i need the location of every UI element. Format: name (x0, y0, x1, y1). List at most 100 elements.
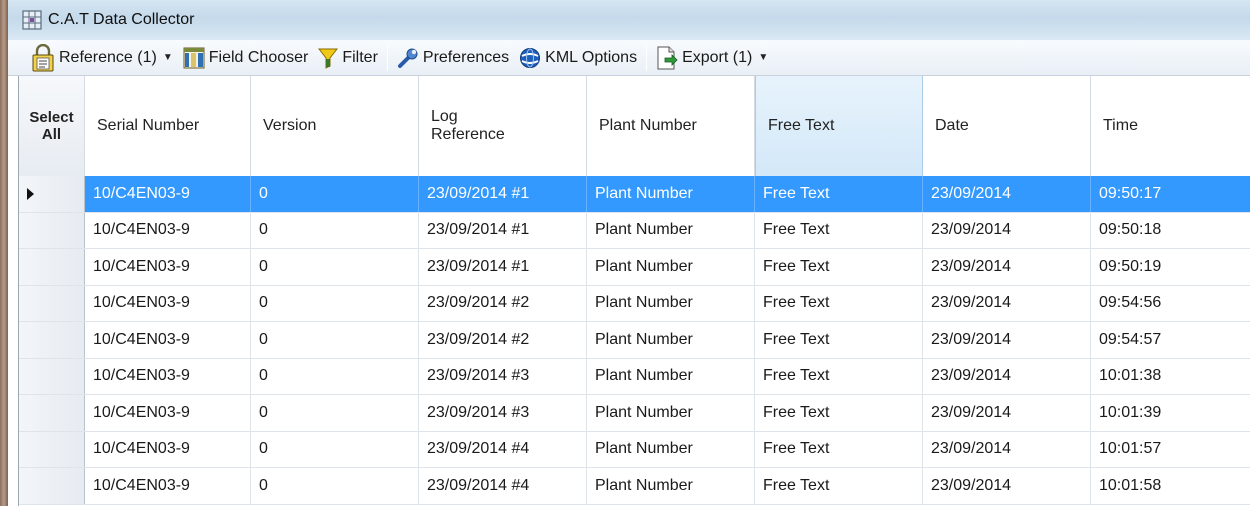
row-selector[interactable] (19, 212, 85, 248)
cell-free-text[interactable]: Free Text (755, 176, 923, 212)
cell-free-text[interactable]: Free Text (755, 358, 923, 394)
row-selector[interactable] (19, 431, 85, 467)
kml-options-button[interactable]: KML Options (514, 43, 642, 73)
title-bar[interactable]: C.A.T Data Collector (8, 0, 1250, 40)
table-row[interactable]: 10/C4EN03-9 0 23/09/2014 #1 Plant Number… (19, 176, 1250, 213)
cell-plant-number[interactable]: Plant Number (587, 285, 755, 321)
cell-plant-number[interactable]: Plant Number (587, 322, 755, 358)
column-header-label: Date (935, 117, 969, 134)
cell-serial-number[interactable]: 10/C4EN03-9 (85, 285, 251, 321)
cell-free-text[interactable]: Free Text (755, 431, 923, 467)
cell-time[interactable]: 09:54:56 (1091, 286, 1250, 322)
cell-time[interactable]: 10:01:57 (1091, 432, 1250, 468)
column-header-date[interactable]: Date (923, 76, 1091, 176)
cell-free-text[interactable]: Free Text (755, 212, 923, 248)
cell-log-reference[interactable]: 23/09/2014 #4 (419, 468, 587, 504)
row-selector[interactable] (19, 395, 85, 431)
cell-log-reference[interactable]: 23/09/2014 #2 (419, 322, 587, 358)
kml-options-label: KML Options (545, 48, 638, 66)
cell-free-text[interactable]: Free Text (755, 322, 923, 358)
reference-dropdown-button[interactable]: Reference (1) ▼ (26, 43, 178, 73)
cell-free-text[interactable]: Free Text (755, 249, 923, 285)
column-header-plant-number[interactable]: Plant Number (587, 76, 755, 176)
table-row[interactable]: 10/C4EN03-9 0 23/09/2014 #2 Plant Number… (19, 322, 1250, 359)
cell-plant-number[interactable]: Plant Number (587, 176, 755, 212)
cell-plant-number[interactable]: Plant Number (587, 395, 755, 431)
cell-serial-number[interactable]: 10/C4EN03-9 (85, 395, 251, 431)
cell-log-reference[interactable]: 23/09/2014 #2 (419, 285, 587, 321)
cell-serial-number[interactable]: 10/C4EN03-9 (85, 358, 251, 394)
cell-serial-number[interactable]: 10/C4EN03-9 (85, 176, 251, 212)
cell-serial-number[interactable]: 10/C4EN03-9 (85, 431, 251, 467)
cell-time[interactable]: 09:54:57 (1091, 322, 1250, 358)
cell-date[interactable]: 23/09/2014 (923, 249, 1091, 285)
cell-date[interactable]: 23/09/2014 (923, 322, 1091, 358)
cell-time[interactable]: 10:01:38 (1091, 359, 1250, 395)
row-selector[interactable] (19, 468, 85, 504)
cell-date[interactable]: 23/09/2014 (923, 285, 1091, 321)
row-selector[interactable] (19, 322, 85, 358)
cell-time[interactable]: 09:50:19 (1091, 249, 1250, 285)
cell-date[interactable]: 23/09/2014 (923, 212, 1091, 248)
cell-plant-number[interactable]: Plant Number (587, 468, 755, 504)
cell-time[interactable]: 09:50:17 (1091, 176, 1250, 212)
cell-date[interactable]: 23/09/2014 (923, 468, 1091, 504)
row-selector[interactable] (19, 285, 85, 321)
column-header-serial-number[interactable]: Serial Number (85, 76, 251, 176)
cell-plant-number[interactable]: Plant Number (587, 358, 755, 394)
chevron-down-icon: ▼ (758, 52, 769, 63)
cell-version[interactable]: 0 (251, 212, 419, 248)
cell-time[interactable]: 10:01:39 (1091, 395, 1250, 431)
column-header-version[interactable]: Version (251, 76, 419, 176)
cell-free-text[interactable]: Free Text (755, 395, 923, 431)
select-all-button[interactable]: Select All (19, 76, 85, 176)
cell-free-text[interactable]: Free Text (755, 468, 923, 504)
cell-version[interactable]: 0 (251, 358, 419, 394)
cell-version[interactable]: 0 (251, 468, 419, 504)
cell-serial-number[interactable]: 10/C4EN03-9 (85, 468, 251, 504)
cell-plant-number[interactable]: Plant Number (587, 249, 755, 285)
cell-time[interactable]: 09:50:18 (1091, 213, 1250, 249)
cell-plant-number[interactable]: Plant Number (587, 431, 755, 467)
table-row[interactable]: 10/C4EN03-9 0 23/09/2014 #3 Plant Number… (19, 395, 1250, 432)
cell-log-reference[interactable]: 23/09/2014 #3 (419, 395, 587, 431)
table-row[interactable]: 10/C4EN03-9 0 23/09/2014 #4 Plant Number… (19, 468, 1250, 505)
column-header-log-reference[interactable]: Log Reference (419, 76, 587, 176)
column-header-time[interactable]: Time (1091, 76, 1250, 176)
cell-version[interactable]: 0 (251, 431, 419, 467)
column-header-free-text[interactable]: Free Text (755, 76, 923, 176)
column-header-label: Plant Number (599, 117, 697, 134)
table-row[interactable]: 10/C4EN03-9 0 23/09/2014 #3 Plant Number… (19, 358, 1250, 395)
cell-date[interactable]: 23/09/2014 (923, 431, 1091, 467)
cell-date[interactable]: 23/09/2014 (923, 395, 1091, 431)
cell-log-reference[interactable]: 23/09/2014 #1 (419, 249, 587, 285)
table-row[interactable]: 10/C4EN03-9 0 23/09/2014 #4 Plant Number… (19, 431, 1250, 468)
cell-date[interactable]: 23/09/2014 (923, 176, 1091, 212)
row-selector[interactable] (19, 358, 85, 394)
cell-version[interactable]: 0 (251, 395, 419, 431)
field-chooser-button[interactable]: Field Chooser (178, 43, 314, 73)
cell-version[interactable]: 0 (251, 285, 419, 321)
filter-button[interactable]: Filter (313, 43, 383, 73)
cell-version[interactable]: 0 (251, 249, 419, 285)
cell-log-reference[interactable]: 23/09/2014 #1 (419, 176, 587, 212)
table-row[interactable]: 10/C4EN03-9 0 23/09/2014 #1 Plant Number… (19, 249, 1250, 286)
cell-version[interactable]: 0 (251, 176, 419, 212)
cell-log-reference[interactable]: 23/09/2014 #3 (419, 358, 587, 394)
cell-serial-number[interactable]: 10/C4EN03-9 (85, 322, 251, 358)
table-row[interactable]: 10/C4EN03-9 0 23/09/2014 #2 Plant Number… (19, 285, 1250, 322)
cell-log-reference[interactable]: 23/09/2014 #4 (419, 431, 587, 467)
cell-date[interactable]: 23/09/2014 (923, 358, 1091, 394)
row-selector[interactable] (19, 176, 85, 212)
export-dropdown-button[interactable]: Export (1) ▼ (651, 43, 773, 73)
cell-log-reference[interactable]: 23/09/2014 #1 (419, 212, 587, 248)
cell-version[interactable]: 0 (251, 322, 419, 358)
table-row[interactable]: 10/C4EN03-9 0 23/09/2014 #1 Plant Number… (19, 212, 1250, 249)
preferences-button[interactable]: Preferences (392, 43, 514, 73)
cell-time[interactable]: 10:01:58 (1091, 468, 1250, 504)
cell-serial-number[interactable]: 10/C4EN03-9 (85, 212, 251, 248)
cell-serial-number[interactable]: 10/C4EN03-9 (85, 249, 251, 285)
cell-free-text[interactable]: Free Text (755, 285, 923, 321)
row-selector[interactable] (19, 249, 85, 285)
cell-plant-number[interactable]: Plant Number (587, 212, 755, 248)
